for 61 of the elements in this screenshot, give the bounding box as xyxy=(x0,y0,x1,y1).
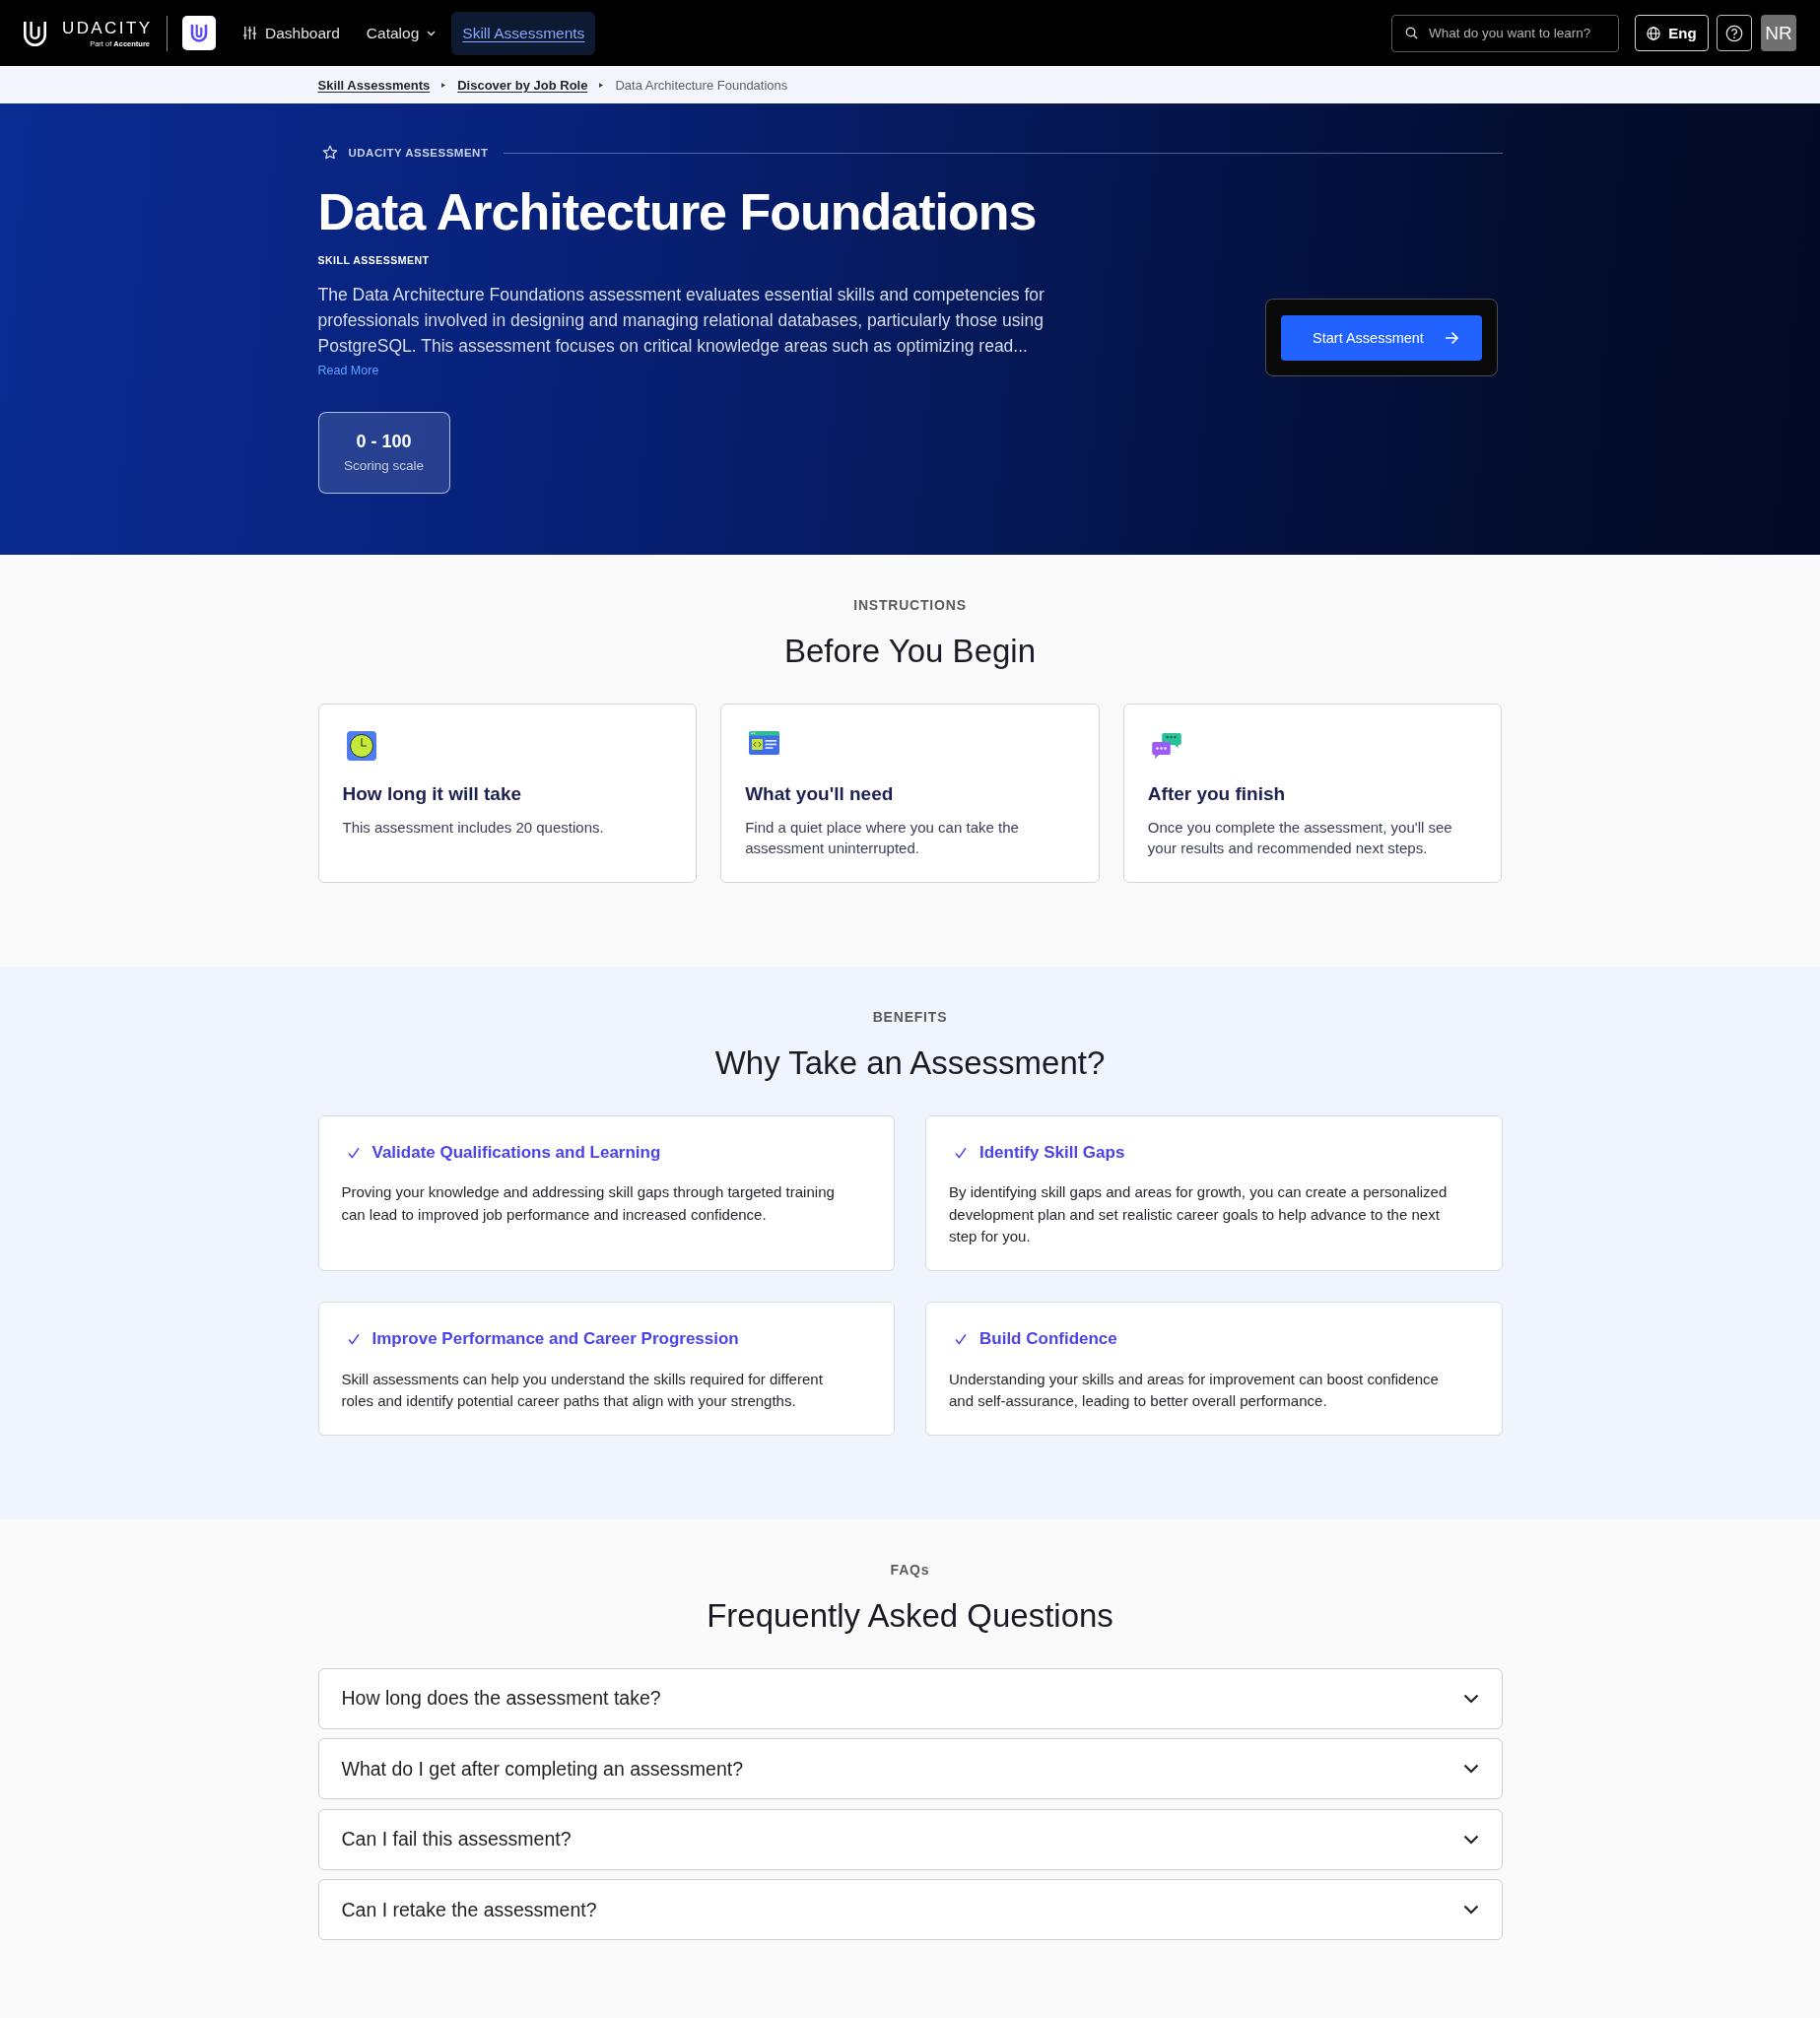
card-text: Find a quiet place where you can take the assessment uninterrupted. xyxy=(745,817,1020,858)
caret-icon xyxy=(427,30,437,36)
section-heading: Why Take an Assessment? xyxy=(713,1043,1107,1083)
card-text: Once you complete the assessment, you'll see your results and recommended next steps. xyxy=(1147,817,1453,858)
breadcrumb-link[interactable]: Discover by Job Role xyxy=(457,77,588,93)
nav-link[interactable]: Dashboard xyxy=(232,11,351,55)
nav-link[interactable]: Catalog xyxy=(355,11,447,55)
star-icon xyxy=(321,145,338,161)
subtitle-label: SKILL ASSESSMENT xyxy=(317,253,430,268)
language-button[interactable]: Eng xyxy=(1635,15,1709,51)
card-title: What you'll need xyxy=(745,782,895,806)
card-title: How long it will take xyxy=(342,782,523,806)
score-value: 0 - 100 xyxy=(356,431,412,452)
card-text: Proving your knowledge and addressing skill gaps through targeted training can lead to improved job performance and increased confidence. xyxy=(341,1182,836,1225)
faq-item[interactable]: How long does the assessment take? xyxy=(317,1667,1503,1729)
section-heading: Frequently Asked Questions xyxy=(706,1595,1114,1636)
page-title: Data Architecture Foundations xyxy=(317,181,1037,241)
section-eyebrow: INSTRUCTIONS xyxy=(852,596,968,615)
start-assessment-button[interactable]: Start Assessment xyxy=(1280,314,1482,361)
sliders-icon xyxy=(242,26,258,40)
card-title: Identify Skill Gaps xyxy=(979,1141,1125,1164)
check-icon xyxy=(955,1332,967,1345)
section-eyebrow: BENEFITS xyxy=(871,1007,949,1027)
eyebrow-label: UDACITY ASSESSMENT xyxy=(348,146,489,161)
description-text: The Data Architecture Foundations assessment evaluates essential skills and competencies for professionals involved in designing and managing relational databases, particularly those using PostgreSQL. This assessment focuses on critical knowledge areas such as optimizing read... xyxy=(317,284,1045,358)
section-heading: Before You Begin xyxy=(782,632,1038,671)
breadcrumb-separator-icon xyxy=(441,82,446,88)
section-eyebrow: FAQs xyxy=(889,1560,931,1580)
faq-item[interactable]: Can I retake the assessment? xyxy=(317,1879,1503,1940)
card-text: This assessment includes 20 questions. xyxy=(342,817,605,838)
card-title: Build Confidence xyxy=(979,1327,1117,1350)
code-window-icon xyxy=(749,731,780,755)
globe-icon xyxy=(1647,26,1661,40)
score-label: Scoring scale xyxy=(343,457,424,475)
search-field[interactable]: What do you want to learn? xyxy=(1391,14,1619,52)
chat-bubbles-icon xyxy=(1151,731,1181,761)
check-icon xyxy=(347,1146,360,1159)
faq-item[interactable]: What do I get after completing an assessment? xyxy=(317,1738,1503,1799)
card-title: After you finish xyxy=(1147,782,1287,806)
faq-item[interactable]: Can I fail this assessment? xyxy=(317,1808,1503,1870)
breadcrumb-current-page: Data Architecture Foundations xyxy=(615,77,788,93)
nav-link[interactable]: Skill Assessments xyxy=(451,11,596,55)
card-text: Skill assessments can help you understand the skills required for different roles and identify potential career paths that align with your strengths. xyxy=(341,1369,824,1411)
read-more-link[interactable]: Read More xyxy=(317,363,379,378)
arrow-right-icon xyxy=(1444,330,1459,345)
app-icon[interactable] xyxy=(182,16,217,50)
card-text: Understanding your skills and areas for improvement can boost confidence and self-assurance, leading to better overall performance. xyxy=(949,1369,1440,1411)
card-text: By identifying skill gaps and areas for growth, you can create a personalized development plan and set realistic career goals to help advance to the next step for you. xyxy=(949,1182,1449,1247)
clock-icon xyxy=(346,731,376,761)
breadcrumb-link[interactable]: Skill Assessments xyxy=(317,77,431,93)
check-icon xyxy=(347,1332,360,1345)
search-icon xyxy=(1405,27,1418,39)
card-title: Improve Performance and Career Progression xyxy=(371,1327,739,1350)
help-button[interactable] xyxy=(1717,15,1752,51)
help-icon xyxy=(1725,24,1743,42)
avatar-button[interactable]: NR xyxy=(1761,15,1796,51)
check-icon xyxy=(955,1146,967,1159)
breadcrumb-separator-icon xyxy=(599,82,604,88)
logo-wordmark: UDACITY xyxy=(62,18,153,37)
card-title: Validate Qualifications and Learning xyxy=(371,1141,661,1164)
logo-icon[interactable] xyxy=(23,20,47,46)
